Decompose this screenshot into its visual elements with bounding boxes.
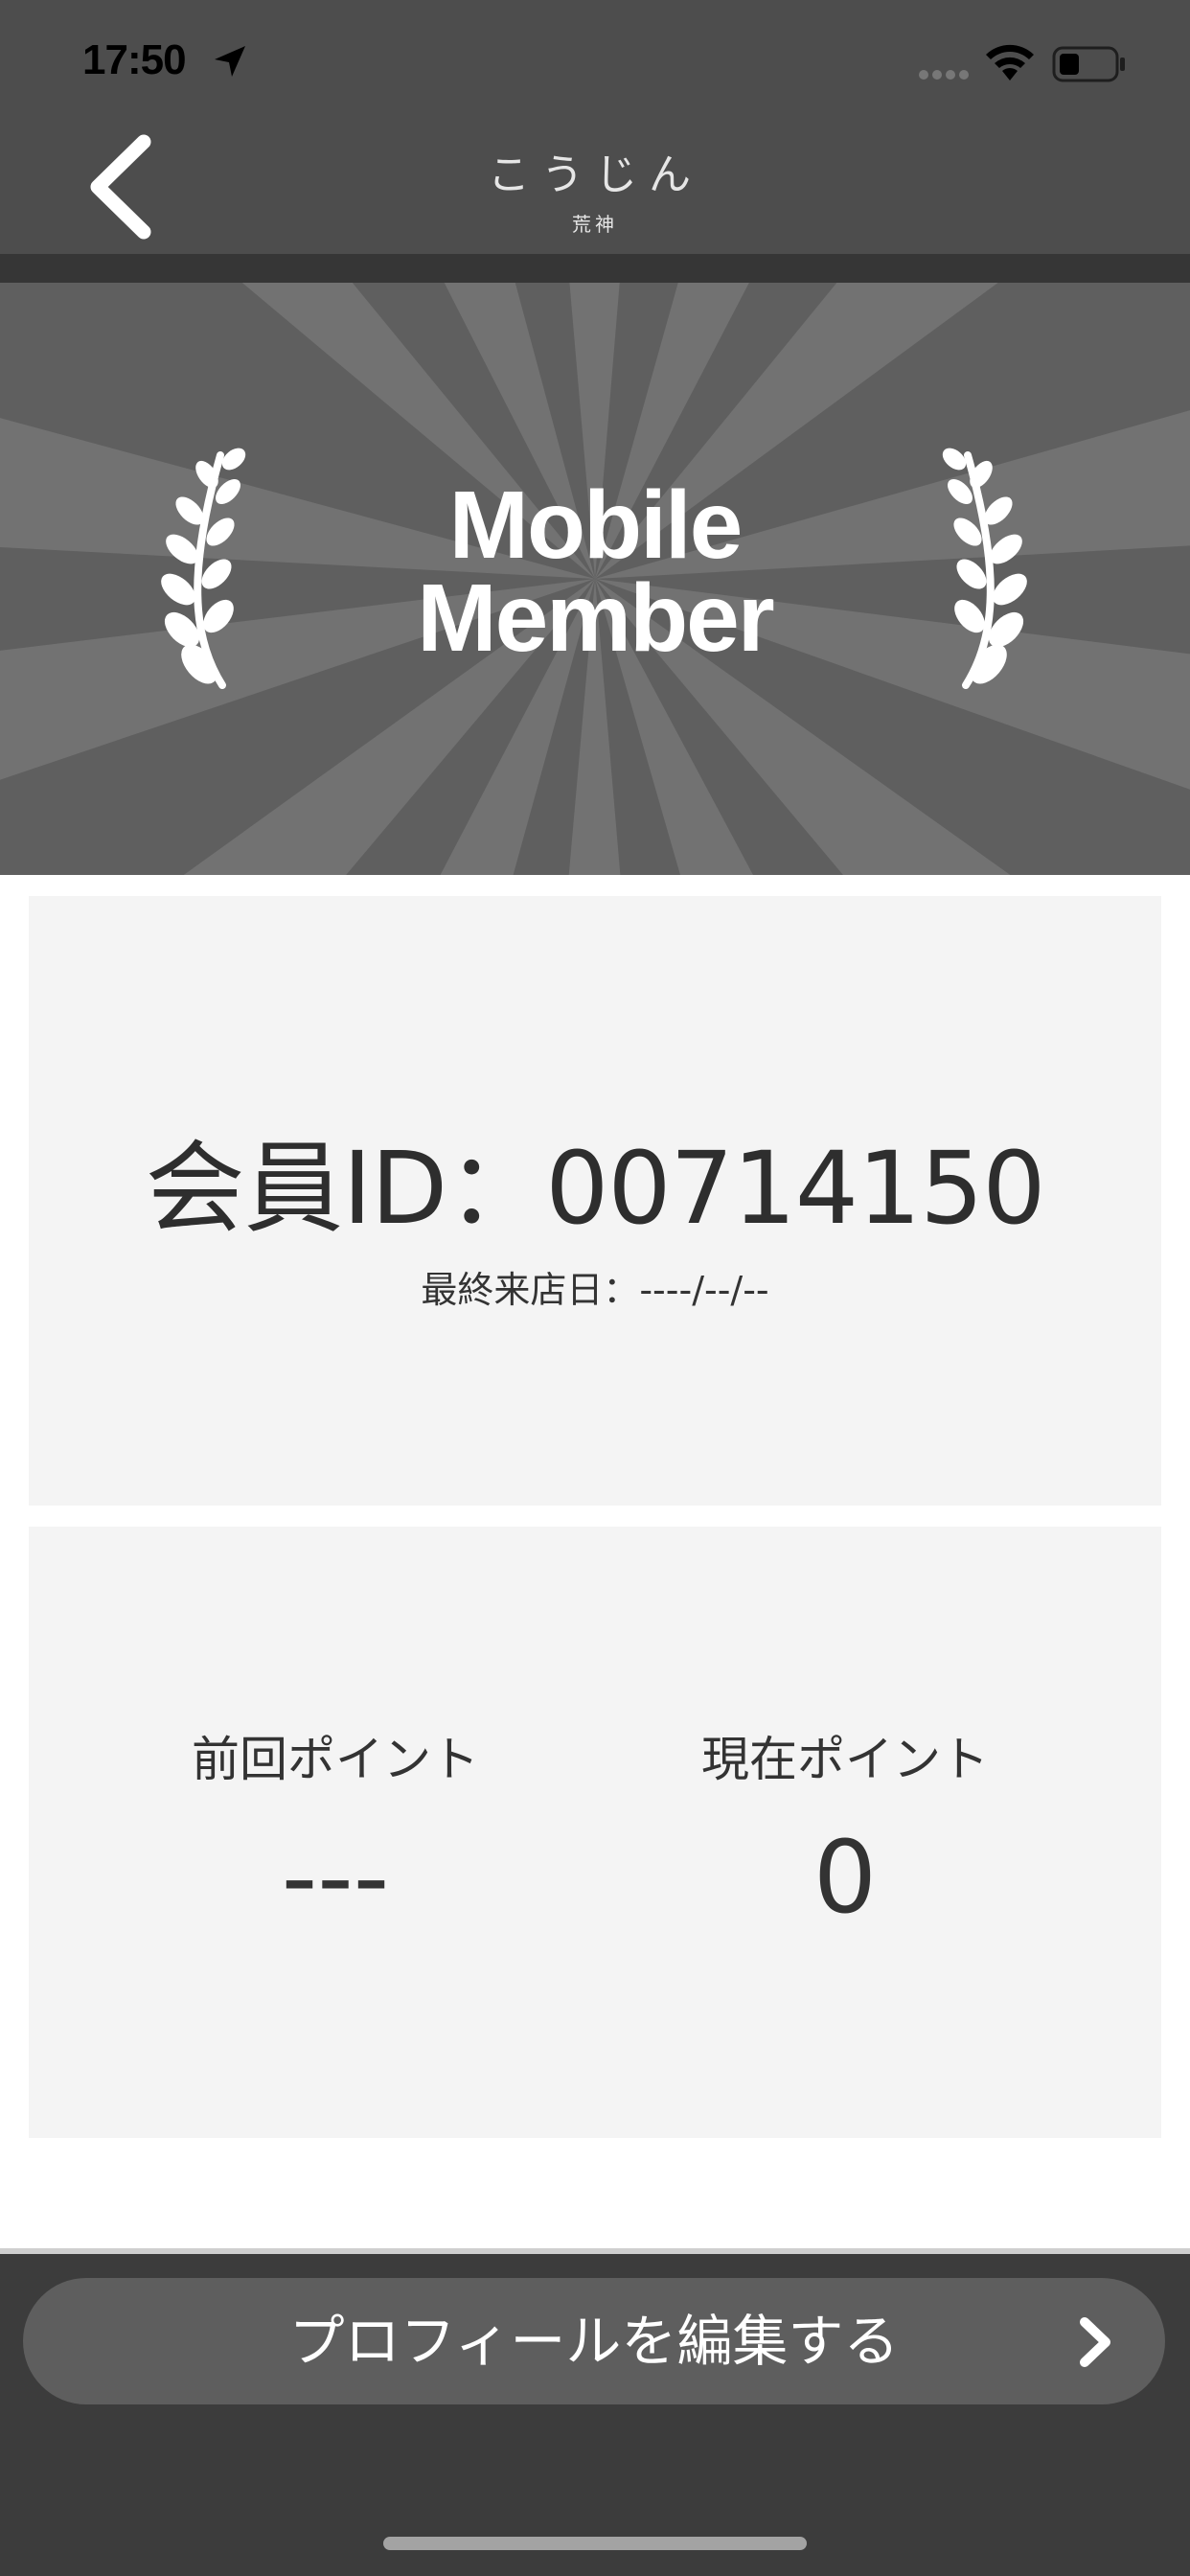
location-arrow-icon bbox=[215, 46, 245, 77]
member-id-panel: 会員ID：00714150 最終来店日：----/--/-- bbox=[29, 896, 1161, 1506]
previous-points-value: --- bbox=[281, 1819, 390, 1936]
header-divider bbox=[0, 254, 1190, 283]
hero-banner: Mobile Member bbox=[0, 283, 1190, 875]
previous-points-label: 前回ポイント bbox=[192, 1732, 479, 1787]
back-chevron-icon[interactable] bbox=[84, 134, 161, 240]
brand-logo: こうじん 荒神 bbox=[479, 134, 711, 300]
navigation-bar: 17:50 こうじん 荒神 bbox=[0, 0, 1190, 300]
chevron-right-icon bbox=[1080, 2317, 1110, 2367]
status-time: 17:50 bbox=[82, 36, 187, 83]
hero-title-line2: Member bbox=[417, 564, 774, 672]
logo-sub: 荒神 bbox=[479, 209, 711, 300]
logo-sub-text: 荒神 bbox=[572, 213, 618, 236]
current-points-label: 現在ポイント bbox=[701, 1732, 989, 1787]
home-indicator[interactable] bbox=[383, 2537, 807, 2550]
logo-main-text: こうじん bbox=[488, 150, 702, 199]
battery-icon bbox=[1052, 46, 1125, 82]
wifi-icon bbox=[986, 44, 1034, 80]
edit-profile-label: プロフィールを編集する bbox=[288, 2309, 900, 2374]
current-points-value: 0 bbox=[812, 1819, 878, 1936]
edit-profile-button[interactable]: プロフィールを編集する bbox=[23, 2278, 1165, 2404]
cellular-signal-icon bbox=[919, 70, 969, 80]
hero-title-line1: Mobile bbox=[448, 472, 744, 579]
member-id: 会員ID：00714150 bbox=[145, 1130, 1045, 1247]
last-visit-date: 最終来店日：----/--/-- bbox=[421, 1269, 769, 1311]
points-panel: 前回ポイント --- 現在ポイント 0 bbox=[29, 1527, 1161, 2138]
